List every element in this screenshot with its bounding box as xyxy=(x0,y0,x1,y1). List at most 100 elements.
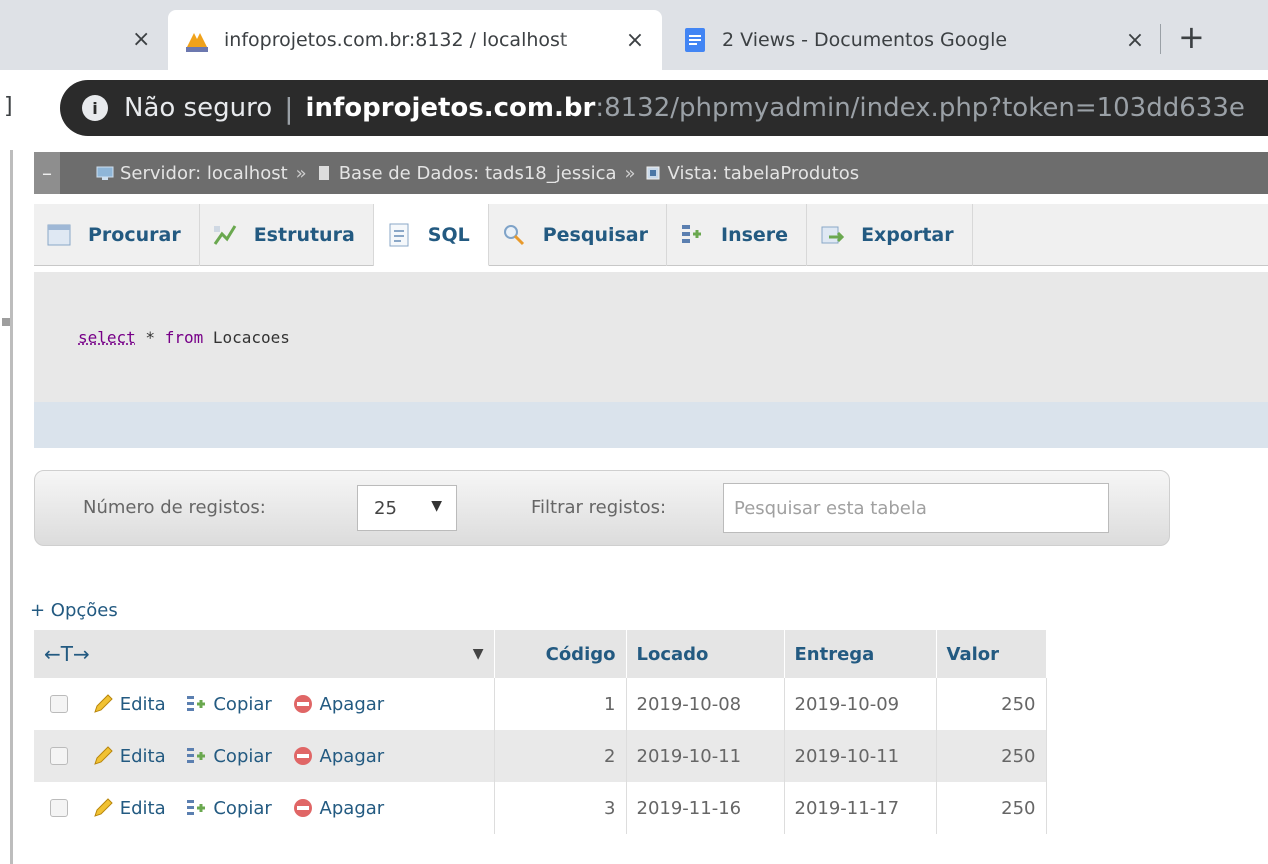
row-checkbox[interactable] xyxy=(50,799,68,817)
pencil-icon xyxy=(92,693,114,715)
cell-entrega: 2019-10-09 xyxy=(784,678,936,730)
delete-link[interactable]: Apagar xyxy=(320,798,385,819)
edit-link[interactable]: Edita xyxy=(120,798,166,819)
tab-label: Estrutura xyxy=(254,224,355,246)
address-bar[interactable]: i Não seguro | infoprojetos.com.br :8132… xyxy=(60,80,1268,136)
row-actions: Edita Copiar Apagar xyxy=(34,730,494,782)
header-locado[interactable]: Locado xyxy=(626,630,784,678)
sql-star: * xyxy=(136,328,165,347)
tab-sql[interactable]: SQL xyxy=(374,204,489,266)
header-entrega[interactable]: Entrega xyxy=(784,630,936,678)
filter-rows-input[interactable] xyxy=(723,483,1109,533)
result-table: ←T→ ▼ Código Locado Entrega Valor Edita … xyxy=(34,630,1047,834)
header-valor[interactable]: Valor xyxy=(936,630,1046,678)
navigation-filter-bar: Número de registos: 25 ▼ Filtrar registo… xyxy=(34,470,1170,546)
browser-tab-strip: × infoprojetos.com.br:8132 / localhost ×… xyxy=(0,0,1268,70)
table-header-row: ←T→ ▼ Código Locado Entrega Valor xyxy=(34,630,1046,678)
sql-keyword-from: from xyxy=(165,328,204,347)
row-checkbox[interactable] xyxy=(50,747,68,765)
reload-icon-edge[interactable]: ] xyxy=(4,94,13,119)
pencil-icon xyxy=(92,745,114,767)
delete-icon xyxy=(292,693,314,715)
cell-codigo: 3 xyxy=(494,782,626,834)
not-secure-info-icon[interactable]: i xyxy=(82,95,108,121)
breadcrumb-separator: » xyxy=(296,163,307,184)
browse-icon xyxy=(46,222,72,248)
edit-link[interactable]: Edita xyxy=(120,746,166,767)
copy-icon xyxy=(185,693,207,715)
copy-link[interactable]: Copiar xyxy=(213,746,271,767)
sort-dropdown-icon[interactable]: ▼ xyxy=(473,646,484,662)
row-checkbox[interactable] xyxy=(50,695,68,713)
tab-google-docs[interactable]: 2 Views - Documentos Google × xyxy=(666,10,1162,70)
tab-pesquisar[interactable]: Pesquisar xyxy=(489,204,667,266)
copy-link[interactable]: Copiar xyxy=(213,798,271,819)
cell-codigo: 2 xyxy=(494,730,626,782)
cell-entrega: 2019-11-17 xyxy=(784,782,936,834)
tab-exportar[interactable]: Exportar xyxy=(807,204,973,266)
insert-icon xyxy=(679,222,705,248)
breadcrumb-server[interactable]: Servidor: localhost xyxy=(120,163,288,184)
search-icon xyxy=(501,222,527,248)
table-row: Edita Copiar Apagar 2 2019-10-11 2019-10… xyxy=(34,730,1046,782)
tab-phpmyadmin[interactable]: infoprojetos.com.br:8132 / localhost × xyxy=(168,10,662,70)
tab-close-icon[interactable]: × xyxy=(622,28,648,53)
url-path: :8132/phpmyadmin/index.php?token=103dd63… xyxy=(595,93,1245,123)
server-icon xyxy=(96,165,114,181)
copy-icon xyxy=(185,797,207,819)
options-toggle[interactable]: + Opções xyxy=(30,600,118,621)
security-label: Não seguro xyxy=(124,93,272,123)
delete-icon xyxy=(292,797,314,819)
navigation-panel-resizer[interactable] xyxy=(2,318,10,326)
table-row: Edita Copiar Apagar 3 2019-11-16 2019-11… xyxy=(34,782,1046,834)
tab-close-icon[interactable]: × xyxy=(1122,28,1148,53)
tab-label: Exportar xyxy=(861,224,954,246)
copy-link[interactable]: Copiar xyxy=(213,694,271,715)
tab-procurar[interactable]: Procurar xyxy=(34,204,200,266)
delete-link[interactable]: Apagar xyxy=(320,746,385,767)
copy-icon xyxy=(185,745,207,767)
tab-separator xyxy=(1160,24,1161,54)
url-host: infoprojetos.com.br xyxy=(306,93,596,123)
cell-valor: 250 xyxy=(936,782,1046,834)
sql-icon xyxy=(386,222,412,248)
row-actions: Edita Copiar Apagar xyxy=(34,782,494,834)
structure-icon xyxy=(212,222,238,248)
sql-query-box: select * from Locacoes xyxy=(34,272,1268,448)
tab-title: 2 Views - Documentos Google xyxy=(722,29,1116,51)
edit-link[interactable]: Edita xyxy=(120,694,166,715)
breadcrumb-view[interactable]: Vista: tabelaProdutos xyxy=(668,163,860,184)
delete-icon xyxy=(292,745,314,767)
collapse-navigation-button[interactable]: – xyxy=(34,152,60,194)
breadcrumb-database[interactable]: Base de Dados: tads18_jessica xyxy=(339,163,617,184)
breadcrumb-separator: » xyxy=(625,163,636,184)
delete-link[interactable]: Apagar xyxy=(320,694,385,715)
top-menu: Procurar Estrutura SQL Pesquisar Insere … xyxy=(34,204,1268,266)
previous-tab-close-icon[interactable]: × xyxy=(132,27,150,52)
rows-per-page-value: 25 xyxy=(374,498,397,519)
rows-per-page-select[interactable]: 25 ▼ xyxy=(357,485,457,531)
navigation-bar: ] i Não seguro | infoprojetos.com.br :81… xyxy=(0,70,1268,146)
tab-title: infoprojetos.com.br:8132 / localhost xyxy=(224,29,616,51)
tab-label: Insere xyxy=(721,224,788,246)
export-icon xyxy=(819,222,845,248)
table-row: Edita Copiar Apagar 1 2019-10-08 2019-10… xyxy=(34,678,1046,730)
sql-keyword-select[interactable]: select xyxy=(78,328,136,347)
tab-insere[interactable]: Insere xyxy=(667,204,807,266)
navigation-panel-border xyxy=(10,150,13,864)
header-codigo[interactable]: Código xyxy=(494,630,626,678)
breadcrumb: Servidor: localhost » Base de Dados: tad… xyxy=(34,152,1268,194)
filter-rows-label: Filtrar registos: xyxy=(531,497,666,518)
google-docs-favicon-icon xyxy=(680,25,710,55)
column-arrows-icon[interactable]: ←T→ xyxy=(44,642,90,666)
cell-locado: 2019-10-11 xyxy=(626,730,784,782)
row-actions: Edita Copiar Apagar xyxy=(34,678,494,730)
tab-estrutura[interactable]: Estrutura xyxy=(200,204,374,266)
cell-locado: 2019-10-08 xyxy=(626,678,784,730)
phpmyadmin-favicon-icon xyxy=(182,25,212,55)
cell-codigo: 1 xyxy=(494,678,626,730)
tab-label: SQL xyxy=(428,224,470,246)
rows-per-page-label: Número de registos: xyxy=(83,497,266,518)
new-tab-plus-icon[interactable]: + xyxy=(1178,18,1205,56)
tab-label: Pesquisar xyxy=(543,224,648,246)
